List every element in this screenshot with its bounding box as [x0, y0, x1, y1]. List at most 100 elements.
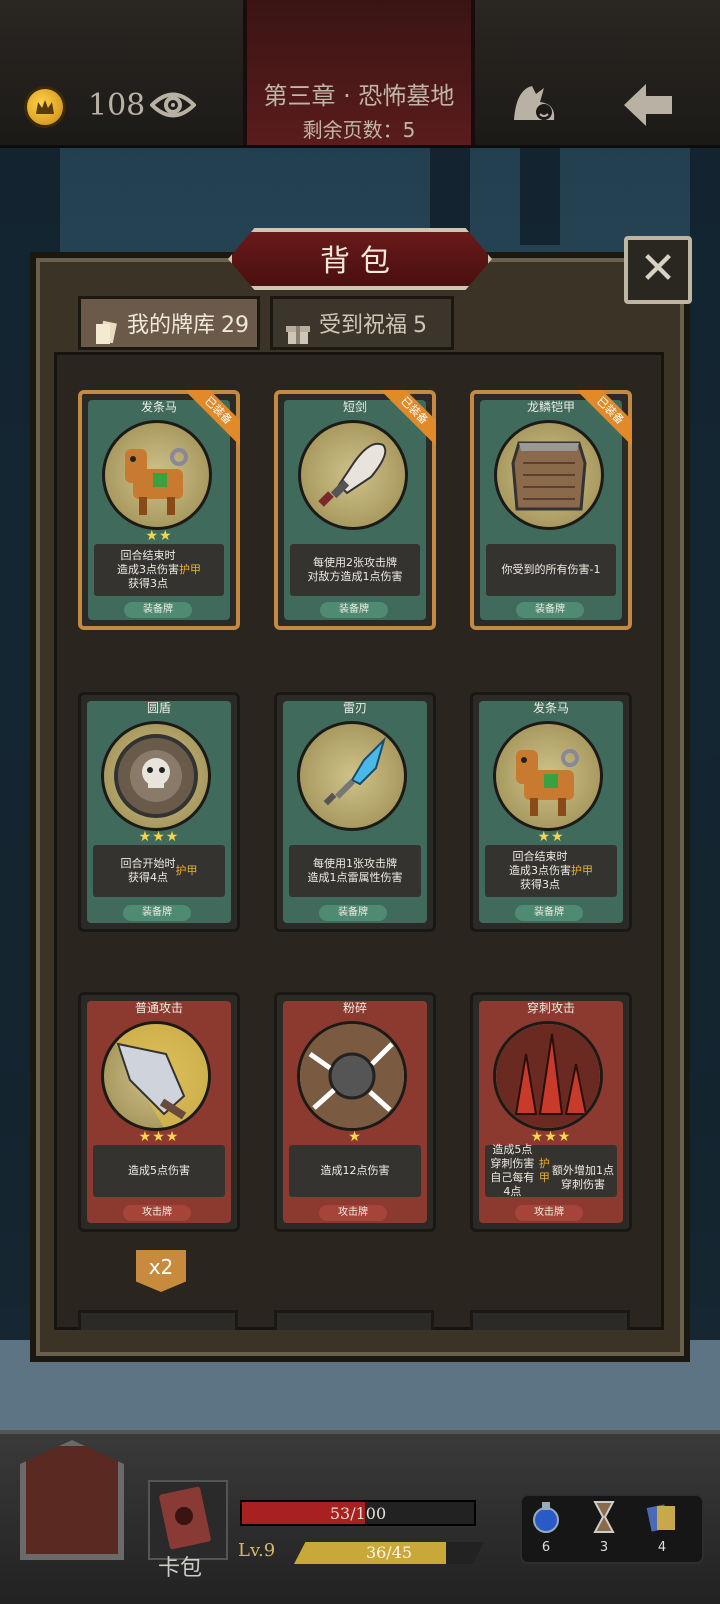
cards-icon: [646, 1504, 675, 1532]
xp-text: 36/45: [365, 1543, 413, 1562]
desc-text: 每使用2张攻击牌 对敌方造成1点伤害: [307, 556, 403, 583]
card-item[interactable]: 雷刃 每使用1张攻击牌 造成1点雷属性伤害 装备牌: [274, 692, 436, 932]
desc-highlight: 护甲: [175, 864, 198, 877]
round-shield-icon: [101, 721, 211, 831]
hourglass-item[interactable]: 3: [584, 1500, 624, 1555]
tab-label: 我的牌库: [127, 313, 216, 338]
card-type: 攻击牌: [515, 1205, 583, 1221]
card-type: 装备牌: [515, 905, 583, 921]
card-item[interactable]: 发条马 ★★ 回合结束时 造成3点伤害 获得3点 护甲 装备牌: [470, 692, 632, 932]
item-count: 4: [657, 1540, 667, 1555]
tab-count: 5: [413, 313, 428, 338]
card-type: 装备牌: [123, 905, 191, 921]
tab-label: 受到祝福: [319, 313, 408, 338]
card-item-partial[interactable]: [274, 1310, 434, 1330]
cardbook-label: 卡包: [158, 1556, 203, 1581]
tab-blessings[interactable]: 受到祝福 5: [270, 296, 454, 350]
equipped-ribbon: 已装备: [576, 390, 632, 446]
card-item[interactable]: 穿刺攻击 ★★★ 造成5点穿刺伤害 自己每有4点 护甲 额外增加1点穿刺伤害 攻击…: [470, 992, 632, 1232]
card-stars: ★★★: [138, 1129, 180, 1145]
card-description: 回合结束时 造成3点伤害 获得3点 护甲: [485, 845, 617, 897]
xp-bar: 36/45: [294, 1542, 484, 1564]
pet-icon[interactable]: [510, 80, 560, 130]
card-description: 每使用1张攻击牌 造成1点雷属性伤害: [289, 845, 421, 897]
hourglass-icon: [593, 1501, 615, 1533]
card-stars: ★★★: [138, 829, 180, 845]
card-name: 普通攻击: [134, 1001, 183, 1015]
card-name: 穿刺攻击: [526, 1001, 575, 1015]
card-item-partial[interactable]: [470, 1310, 630, 1330]
potion-item[interactable]: 6: [526, 1500, 566, 1555]
card-type: 装备牌: [516, 602, 584, 618]
hp-bar: 53/100: [240, 1500, 476, 1526]
potion-icon: [533, 1502, 559, 1533]
card-name: 雷刃: [342, 701, 367, 715]
eye-icon[interactable]: [149, 88, 197, 126]
card-type: 攻击牌: [319, 1205, 387, 1221]
equipped-label: 已装备: [576, 390, 632, 446]
card-name: 圆盾: [146, 701, 171, 715]
cardbook-button[interactable]: [148, 1480, 228, 1560]
desc-text: 每使用1张攻击牌 造成1点雷属性伤害: [307, 857, 403, 884]
chapter-title: 第三章 · 恐怖墓地: [263, 82, 455, 110]
thunder-blade-icon: [297, 721, 407, 831]
cards-item[interactable]: 4: [642, 1500, 682, 1555]
item-count: 6: [541, 1540, 551, 1555]
desc-text: 回合结束时 造成3点伤害 获得3点: [509, 850, 571, 891]
card-description: 每使用2张攻击牌 对敌方造成1点伤害: [290, 544, 420, 596]
desc-text-tail: 额外增加1点穿刺伤害: [552, 1164, 614, 1191]
panel-title: 背包: [320, 244, 400, 279]
card-type: 装备牌: [124, 602, 192, 618]
card-type: 装备牌: [320, 602, 388, 618]
card-description: 造成5点穿刺伤害 自己每有4点 护甲 额外增加1点穿刺伤害: [485, 1143, 617, 1198]
desc-highlight: 护甲: [538, 1157, 550, 1184]
background-tree: [520, 145, 560, 245]
card-description: 回合结束时 造成3点伤害 获得3点 护甲: [94, 544, 224, 596]
card-description: 造成12点伤害: [289, 1145, 421, 1197]
desc-text: 回合结束时 造成3点伤害 获得3点: [117, 549, 179, 590]
desc-text: 造成5点穿刺伤害 自己每有4点: [490, 1143, 535, 1198]
card-item[interactable]: 龙鳞铠甲 你受到的所有伤害-1 装备牌 已装备: [470, 390, 632, 630]
gold-count: 108: [88, 88, 146, 123]
desc-text: 造成12点伤害: [320, 1164, 390, 1177]
background-tree: [690, 145, 720, 1425]
back-arrow-icon[interactable]: [622, 82, 674, 132]
card-name: 粉碎: [342, 1001, 367, 1015]
card-description: 造成5点伤害: [93, 1145, 225, 1197]
card-item[interactable]: 圆盾 ★★★ 回合开始时 获得4点 护甲 装备牌: [78, 692, 240, 932]
card-stars: ★★: [145, 528, 173, 544]
card-pack-icon: [159, 1486, 211, 1550]
card-name: 发条马: [532, 701, 569, 715]
clockwork-horse-icon: [493, 721, 603, 831]
card-item[interactable]: 发条马 ★★ 回合结束时 造成3点伤害 获得3点 护甲 装备牌 已装备: [78, 390, 240, 630]
card-stars: ★: [348, 1129, 362, 1145]
card-item[interactable]: 粉碎 ★ 造成12点伤害 攻击牌: [274, 992, 436, 1232]
close-button[interactable]: ✕: [624, 236, 692, 304]
card-description: 回合开始时 获得4点 护甲: [93, 845, 225, 897]
card-description: 你受到的所有伤害-1: [486, 544, 616, 596]
card-stars: ★★: [537, 829, 565, 845]
equipped-label: 已装备: [184, 390, 240, 446]
card-item[interactable]: 普通攻击 ★★★ 造成5点伤害 攻击牌: [78, 992, 240, 1232]
card-type: 攻击牌: [123, 1205, 191, 1221]
tab-count: 29: [221, 313, 250, 338]
card-item-partial[interactable]: [78, 1310, 238, 1330]
tab-my-deck[interactable]: 我的牌库 29: [78, 296, 260, 350]
desc-highlight: 护甲: [571, 864, 593, 877]
basic-attack-icon: [101, 1021, 211, 1131]
level-label: Lv.9: [238, 1540, 276, 1561]
desc-text: 你受到的所有伤害-1: [501, 563, 601, 576]
consumables-panel: 6 3 4: [520, 1494, 704, 1564]
chapter-banner: 第三章 · 恐怖墓地 剩余页数：5: [243, 0, 475, 145]
item-count: 3: [599, 1540, 609, 1555]
smash-mace-icon: [297, 1021, 407, 1131]
desc-highlight: 护甲: [179, 563, 201, 576]
desc-text: 造成5点伤害: [128, 1164, 190, 1177]
equipped-label: 已装备: [380, 390, 436, 446]
hero-portrait[interactable]: [20, 1440, 124, 1560]
hp-text: 53/100: [329, 1504, 387, 1523]
card-item[interactable]: 短剑 每使用2张攻击牌 对敌方造成1点伤害 装备牌 已装备: [274, 390, 436, 630]
desc-text: 回合开始时 获得4点: [120, 857, 176, 884]
equipped-ribbon: 已装备: [184, 390, 240, 446]
pierce-attack-icon: [493, 1021, 603, 1131]
